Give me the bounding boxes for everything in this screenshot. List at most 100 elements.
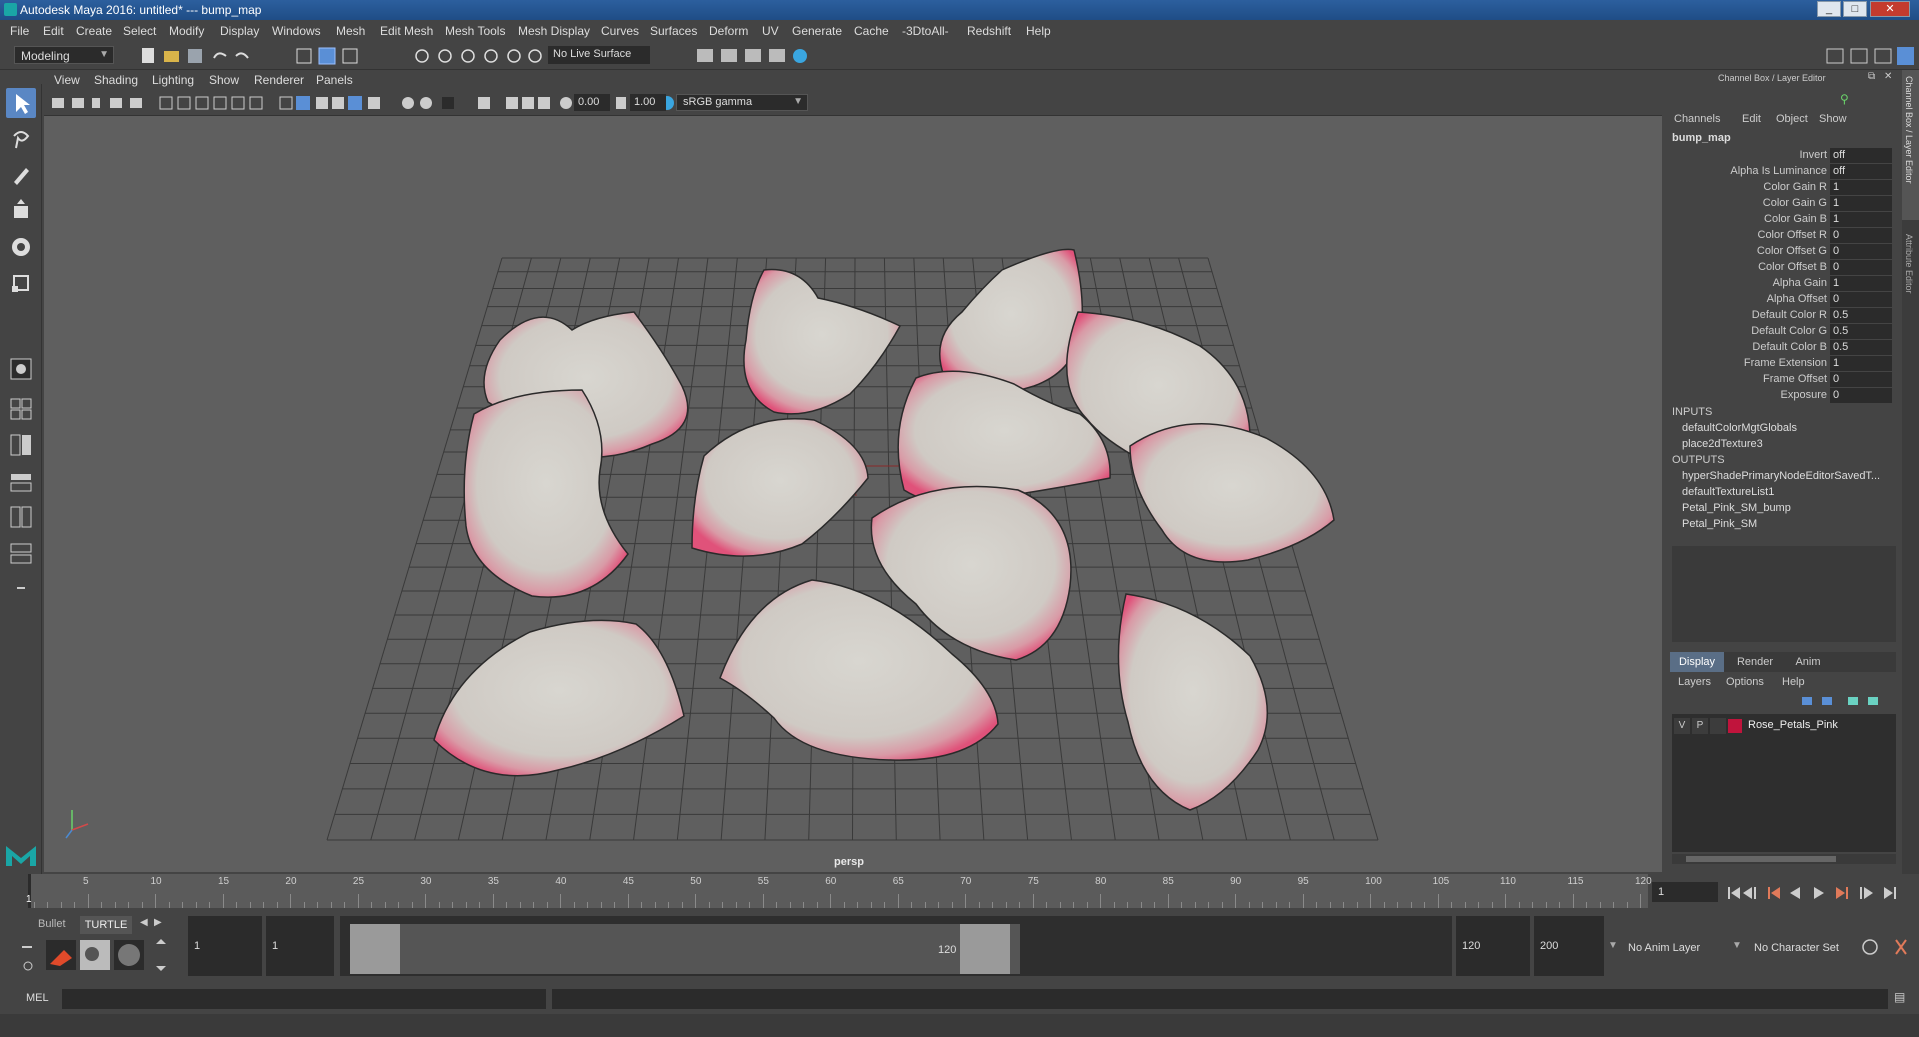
paint-select-tool-icon[interactable] — [6, 160, 36, 190]
attr-row-default-color-g[interactable]: Default Color G 0.5 — [1666, 324, 1896, 340]
channels-menu[interactable]: Channels — [1674, 113, 1720, 125]
current-frame-field[interactable]: 1 — [1652, 882, 1718, 902]
attr-value[interactable]: 0.5 — [1830, 324, 1892, 339]
range-end-handle[interactable] — [960, 924, 1010, 974]
menu-uv[interactable]: UV — [762, 24, 779, 38]
tab-render[interactable]: Render — [1730, 652, 1780, 672]
rotate-tool-icon[interactable] — [6, 232, 36, 262]
attr-value[interactable]: 1 — [1830, 356, 1892, 371]
attr-row-color-offset-r[interactable]: Color Offset R0 — [1666, 228, 1896, 244]
shelf-tab-prev-icon[interactable]: ◀ — [140, 917, 148, 928]
menu-3dtoall[interactable]: -3DtoAll- — [902, 24, 949, 38]
select-tool-icon[interactable] — [6, 88, 36, 118]
playback-start-field[interactable]: 1 — [266, 916, 334, 976]
attr-value[interactable]: 0.5 — [1830, 308, 1892, 323]
attr-row-color-offset-g[interactable]: Color Offset G0 — [1666, 244, 1896, 260]
menu-redshift[interactable]: Redshift — [967, 24, 1011, 38]
output-node[interactable]: hyperShadePrimaryNodeEditorSavedT... — [1682, 470, 1892, 482]
output-node[interactable]: defaultTextureList1 — [1682, 486, 1892, 498]
layer-playback-toggle[interactable]: P — [1692, 718, 1708, 734]
move-tool-icon[interactable] — [6, 196, 36, 226]
layers-menu[interactable]: Layers — [1678, 676, 1711, 688]
perspective-viewport[interactable]: persp — [44, 116, 1662, 872]
menu-generate[interactable]: Generate — [792, 24, 842, 38]
attr-value[interactable]: 0 — [1830, 388, 1892, 403]
scene-start-field[interactable]: 1 — [188, 916, 262, 976]
attr-value[interactable]: 0 — [1830, 372, 1892, 387]
node-name[interactable]: bump_map — [1672, 132, 1731, 144]
minimize-button[interactable]: _ — [1817, 1, 1841, 17]
command-input[interactable] — [62, 989, 546, 1009]
graph-editor-layout-icon[interactable] — [6, 502, 36, 532]
output-node[interactable]: Petal_Pink_SM_bump — [1682, 502, 1892, 514]
menu-file[interactable]: File — [10, 24, 29, 38]
attr-value[interactable]: 1 — [1830, 196, 1892, 211]
menu-modify[interactable]: Modify — [169, 24, 204, 38]
menu-select[interactable]: Select — [123, 24, 156, 38]
script-editor-icon[interactable]: ▤ — [1894, 990, 1905, 1004]
lasso-tool-icon[interactable] — [6, 124, 36, 154]
attr-row-invert[interactable]: Invert off — [1666, 148, 1896, 164]
outliner-layout-icon[interactable] — [6, 466, 36, 496]
attr-row-color-gain-r[interactable]: Color Gain R1 — [1666, 180, 1896, 196]
attr-row-exposure[interactable]: Exposure 0 — [1666, 388, 1896, 404]
panel-float-icon[interactable]: ⧉ — [1868, 71, 1875, 82]
tab-channel-box-layer-editor[interactable]: Channel Box / Layer Editor — [1902, 70, 1919, 220]
layer-visibility-toggle[interactable]: V — [1674, 718, 1690, 734]
tab-display[interactable]: Display — [1670, 652, 1724, 672]
command-language-label[interactable]: MEL — [26, 992, 49, 1004]
four-view-layout-icon[interactable] — [6, 394, 36, 424]
chevron-down-icon[interactable]: ▼ — [1732, 940, 1742, 951]
menu-help[interactable]: Help — [1026, 24, 1051, 38]
viewport-menu-lighting[interactable]: Lighting — [152, 73, 194, 87]
viewport-menu-view[interactable]: View — [54, 73, 80, 87]
viewport-menu-show[interactable]: Show — [209, 73, 239, 87]
attr-row-alpha-is-luminance[interactable]: Alpha Is Luminance off — [1666, 164, 1896, 180]
two-pane-layout-icon[interactable] — [6, 430, 36, 460]
color-space-dropdown[interactable]: sRGB gamma ▼ — [676, 94, 808, 111]
anim-layer-dropdown[interactable]: No Anim Layer — [1622, 916, 1724, 976]
menu-edit-mesh[interactable]: Edit Mesh — [380, 24, 433, 38]
tab-attribute-editor[interactable]: Attribute Editor — [1902, 230, 1919, 330]
menu-mesh[interactable]: Mesh — [336, 24, 365, 38]
key-icon[interactable]: ⚲ — [1840, 92, 1849, 106]
menu-mesh-display[interactable]: Mesh Display — [518, 24, 590, 38]
expand-layouts-icon[interactable] — [6, 574, 36, 604]
show-menu[interactable]: Show — [1819, 113, 1847, 125]
attr-value[interactable]: 1 — [1830, 212, 1892, 227]
attr-row-frame-offset[interactable]: Frame Offset 0 — [1666, 372, 1896, 388]
attr-row-default-color-b[interactable]: Default Color B 0.5 — [1666, 340, 1896, 356]
menu-cache[interactable]: Cache — [854, 24, 889, 38]
attr-row-frame-extension[interactable]: Frame Extension 1 — [1666, 356, 1896, 372]
viewport-menu-shading[interactable]: Shading — [94, 73, 138, 87]
shelf-tab-turtle[interactable]: TURTLE — [80, 916, 132, 934]
edit-menu[interactable]: Edit — [1742, 113, 1761, 125]
attr-row-color-offset-b[interactable]: Color Offset B0 — [1666, 260, 1896, 276]
attr-value[interactable]: 0 — [1830, 292, 1892, 307]
attr-value[interactable]: off — [1830, 148, 1892, 163]
layer-row[interactable]: V P Rose_Petals_Pink — [1674, 718, 1892, 734]
range-slider[interactable]: 1 120 — [340, 916, 1452, 976]
attr-value[interactable]: off — [1830, 164, 1892, 179]
layer-display-type-toggle[interactable] — [1710, 718, 1726, 734]
viewport-menu-renderer[interactable]: Renderer — [254, 73, 304, 87]
options-menu[interactable]: Options — [1726, 676, 1764, 688]
attr-row-color-gain-b[interactable]: Color Gain B1 — [1666, 212, 1896, 228]
exposure-field[interactable]: 0.00 — [574, 94, 610, 111]
scrollbar-thumb[interactable] — [1686, 856, 1836, 862]
layer-color-swatch[interactable] — [1728, 719, 1742, 733]
object-menu[interactable]: Object — [1776, 113, 1808, 125]
hypershade-layout-icon[interactable] — [6, 538, 36, 568]
attr-value[interactable]: 0.5 — [1830, 340, 1892, 355]
layer-name[interactable]: Rose_Petals_Pink — [1748, 719, 1838, 731]
scene-end-field[interactable]: 200 — [1534, 916, 1604, 976]
layer-horizontal-scrollbar[interactable] — [1672, 854, 1896, 864]
menu-create[interactable]: Create — [76, 24, 112, 38]
character-set-dropdown[interactable]: No Character Set — [1748, 916, 1860, 976]
time-slider[interactable]: 5 10 15 20 25 30 35 40 45 50 55 60 65 70 75 80 85 90 95 100… — [26, 874, 1652, 908]
attr-row-color-gain-g[interactable]: Color Gain G1 — [1666, 196, 1896, 212]
shelf-tab-bullet[interactable]: Bullet — [38, 918, 66, 930]
range-start-handle[interactable] — [350, 924, 400, 974]
input-node[interactable]: defaultColorMgtGlobals — [1682, 422, 1892, 434]
attr-value[interactable]: 0 — [1830, 260, 1892, 275]
